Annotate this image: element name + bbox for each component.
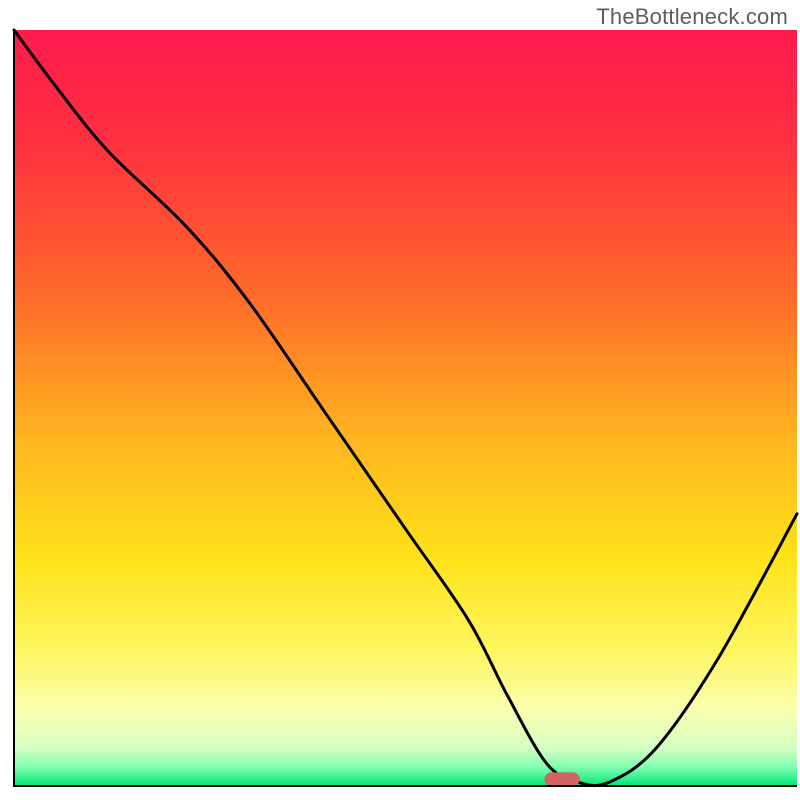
- watermark-text: TheBottleneck.com: [596, 4, 788, 30]
- sweet-spot-marker: [544, 772, 579, 786]
- chart-svg: [0, 0, 800, 800]
- chart-background: [14, 30, 797, 786]
- chart-container: TheBottleneck.com: [0, 0, 800, 800]
